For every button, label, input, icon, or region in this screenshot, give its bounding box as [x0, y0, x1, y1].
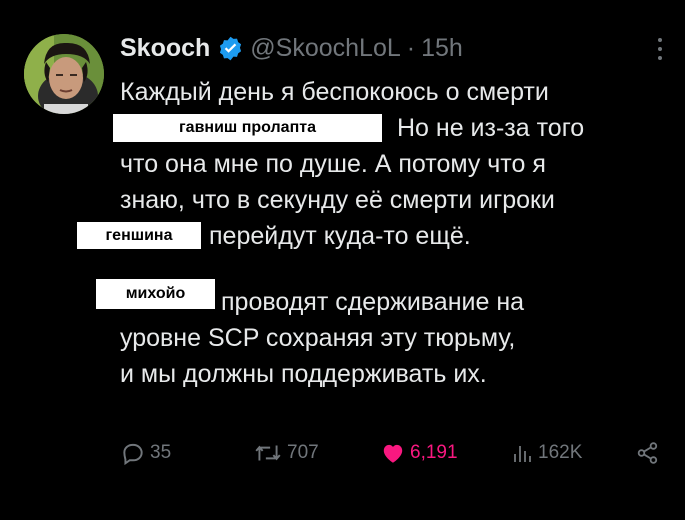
tweet-text-line: проводят сдерживание на — [221, 288, 525, 316]
author-name[interactable]: Skooch — [120, 34, 210, 63]
tweet-text-line: перейдут куда-то ещё. — [209, 222, 471, 250]
author-handle[interactable]: @SkoochLoL — [250, 34, 400, 63]
repost-button[interactable]: 707 — [253, 438, 319, 468]
reply-count: 35 — [150, 442, 172, 463]
repost-icon — [255, 445, 281, 461]
reply-button[interactable]: 35 — [120, 438, 171, 468]
separator-dot: · — [406, 33, 416, 62]
tweet-text-line: что она мне по душе. А потому что я — [120, 150, 546, 178]
tweet-text-line: Но не из-за того — [397, 114, 585, 142]
timestamp[interactable]: 15h — [421, 34, 463, 63]
reply-icon — [123, 443, 143, 466]
share-button[interactable] — [635, 438, 665, 468]
tweet-text-line: и мы должны поддерживать их. — [120, 360, 487, 388]
redaction-label: михойо — [96, 279, 215, 309]
tweet-text-line: уровне SCP сохраняя эту тюрьму, — [120, 324, 516, 352]
redaction-label: геншина — [77, 222, 201, 249]
avatar-photo — [24, 34, 104, 114]
heart-icon — [383, 444, 403, 463]
tweet-text-line: знаю, что в секунду её смерти игроки — [120, 186, 555, 214]
redaction-label: гавниш пролапта — [113, 114, 382, 142]
views-count: 162K — [538, 442, 583, 463]
avatar[interactable] — [24, 34, 104, 114]
more-options-icon[interactable] — [650, 34, 670, 64]
repost-count: 707 — [287, 442, 319, 463]
like-button[interactable]: 6,191 — [380, 438, 458, 468]
views-button[interactable]: 162K — [510, 438, 582, 468]
like-count: 6,191 — [410, 442, 458, 463]
verified-badge-icon — [217, 35, 244, 62]
tweet: Skooch @SkoochLoL · 15h Каждый день я бе… — [0, 0, 685, 520]
bar-chart-icon — [514, 446, 531, 462]
action-bar: 35 707 6,191 162K — [120, 438, 665, 468]
tweet-text-line: Каждый день я беспокоюсь о смерти — [120, 78, 549, 106]
tweet-header: Skooch @SkoochLoL · 15h — [120, 30, 463, 66]
share-icon — [637, 442, 658, 464]
